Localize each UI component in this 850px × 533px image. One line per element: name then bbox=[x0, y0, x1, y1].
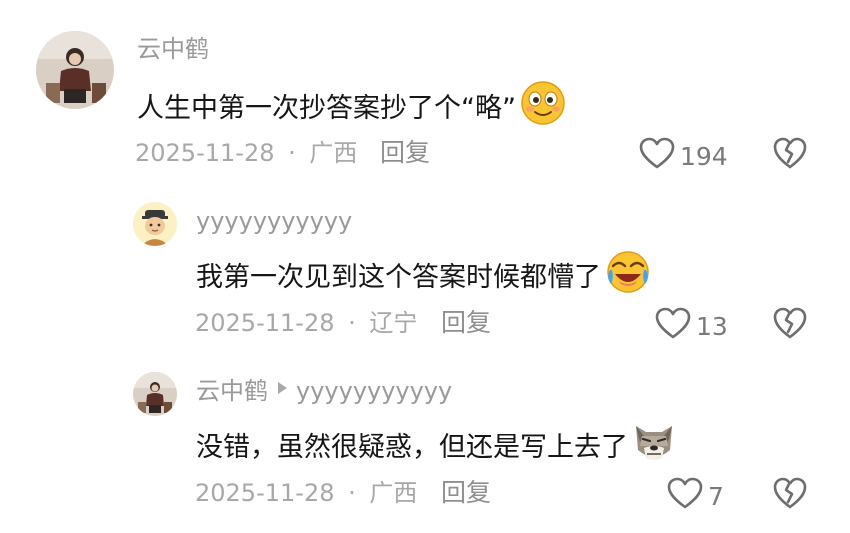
meta-separator: · bbox=[348, 309, 356, 337]
username[interactable]: yyyyyyyyyyy bbox=[196, 206, 352, 236]
like-count: 7 bbox=[708, 481, 724, 511]
comment-text: 我第一次见到这个答案时候都懵了 bbox=[196, 250, 651, 305]
reply-target-username[interactable]: yyyyyyyyyyy bbox=[296, 376, 452, 406]
smiling-face-emoji-icon bbox=[520, 80, 566, 137]
comment-meta: 2025-11-28 · 辽宁 bbox=[195, 308, 417, 338]
comment-thread: 云中鹤 人生中第一次抄答案抄了个“略” 2025-11-28 · 广西 回复 1… bbox=[0, 0, 850, 533]
broken-heart-icon[interactable] bbox=[772, 476, 808, 514]
avatar[interactable] bbox=[133, 372, 177, 416]
reply-button[interactable]: 回复 bbox=[441, 478, 491, 508]
comment-region: 广西 bbox=[309, 139, 358, 167]
comment-meta: 2025-11-28 · 广西 bbox=[135, 138, 357, 168]
comment-meta: 2025-11-28 · 广西 bbox=[195, 478, 417, 508]
comment-text-content: 没错，虽然很疑惑，但还是写上去了 bbox=[196, 431, 628, 463]
reply-button[interactable]: 回复 bbox=[380, 138, 430, 168]
comment-region: 广西 bbox=[369, 479, 418, 507]
heart-icon bbox=[638, 136, 676, 177]
comment-text-content: 人生中第一次抄答案抄了个“略” bbox=[137, 92, 516, 124]
reply-button[interactable]: 回复 bbox=[441, 308, 491, 338]
reply-item: yyyyyyyyyyy 我第一次见到这个答案时候都懵了 2025-11-28 ·… bbox=[0, 190, 850, 360]
comment-text: 人生中第一次抄答案抄了个“略” bbox=[137, 80, 566, 137]
comment-text: 没错，虽然很疑惑，但还是写上去了 bbox=[196, 420, 676, 475]
username[interactable]: 云中鹤 bbox=[196, 376, 268, 406]
rolling-laughing-emoji-icon bbox=[605, 250, 651, 305]
heart-icon bbox=[666, 476, 704, 517]
comment-item: 云中鹤 人生中第一次抄答案抄了个“略” 2025-11-28 · 广西 回复 1… bbox=[0, 0, 850, 190]
comment-date: 2025-11-28 bbox=[135, 139, 275, 167]
like-button[interactable]: 13 bbox=[654, 306, 728, 347]
meta-separator: · bbox=[348, 479, 356, 507]
reply-header: 云中鹤 yyyyyyyyyyy bbox=[196, 376, 452, 406]
broken-heart-icon[interactable] bbox=[772, 306, 808, 344]
heart-icon bbox=[654, 306, 692, 347]
like-button[interactable]: 7 bbox=[666, 476, 724, 517]
broken-heart-icon[interactable] bbox=[772, 136, 808, 174]
avatar[interactable] bbox=[133, 202, 177, 246]
meta-separator: · bbox=[288, 139, 296, 167]
avatar[interactable] bbox=[36, 31, 114, 109]
dog-face-emoji-icon bbox=[632, 420, 676, 475]
reply-item: 云中鹤 yyyyyyyyyyy 没错，虽然很疑惑，但还是写上去了 2025-11… bbox=[0, 360, 850, 533]
username[interactable]: 云中鹤 bbox=[137, 34, 209, 64]
like-count: 13 bbox=[696, 311, 728, 341]
reply-arrow-icon bbox=[276, 376, 288, 406]
comment-date: 2025-11-28 bbox=[195, 479, 335, 507]
like-button[interactable]: 194 bbox=[638, 136, 728, 177]
comment-text-content: 我第一次见到这个答案时候都懵了 bbox=[196, 261, 601, 293]
like-count: 194 bbox=[680, 141, 728, 171]
comment-region: 辽宁 bbox=[369, 309, 418, 337]
comment-date: 2025-11-28 bbox=[195, 309, 335, 337]
